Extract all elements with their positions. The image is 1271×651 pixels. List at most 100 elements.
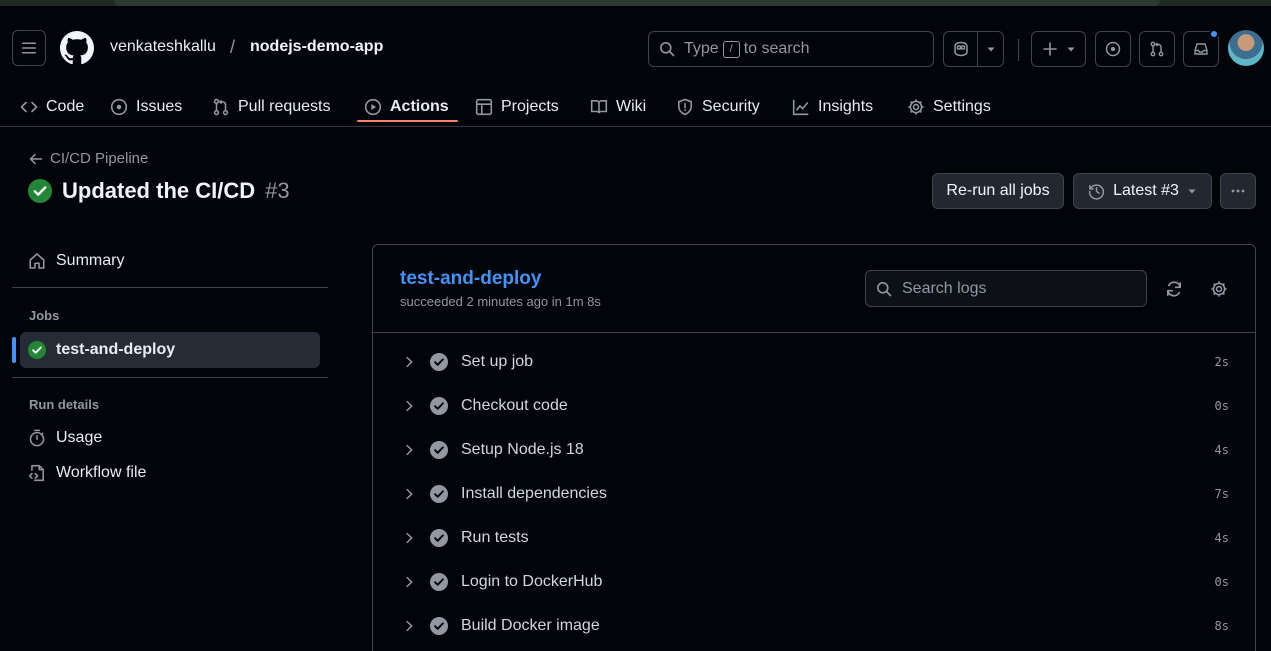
active-tab-indicator: [357, 120, 458, 122]
triangle-down-icon: [1188, 189, 1196, 194]
plus-icon: [1042, 42, 1057, 56]
copilot-icon: [953, 41, 968, 57]
repo-tabs: Code Issues Pull requests Actions Projec…: [0, 86, 1271, 127]
run-title-text: Updated the CI/CD: [62, 178, 256, 203]
arrow-left-icon: [29, 153, 43, 164]
step-duration: 8s: [1214, 619, 1229, 633]
tab-wiki[interactable]: Wiki: [590, 86, 646, 127]
chevron-right-icon[interactable]: [402, 575, 416, 589]
attempt-select-button[interactable]: Latest #3: [1073, 173, 1212, 209]
job-label: test-and-deploy: [56, 341, 176, 358]
step-name: Setup Node.js 18: [461, 441, 584, 458]
global-search-input[interactable]: Type / to search: [648, 31, 934, 67]
chevron-right-icon[interactable]: [402, 355, 416, 369]
tab-label: Projects: [501, 97, 559, 115]
issues-button[interactable]: [1095, 31, 1131, 67]
step-row[interactable]: Login to DockerHub 0s: [373, 560, 1255, 604]
table-icon: [475, 98, 493, 115]
workflow-name: CI/CD Pipeline: [50, 150, 149, 167]
user-avatar[interactable]: [1228, 30, 1264, 66]
copilot-dropdown-button[interactable]: [978, 44, 1003, 54]
sidebar-workflow-file[interactable]: Workflow file: [20, 455, 320, 491]
tab-pull-requests[interactable]: Pull requests: [212, 86, 331, 127]
job-panel-header: test-and-deploy succeeded 2 minutes ago …: [373, 245, 1255, 333]
repo-name-link[interactable]: nodejs-demo-app: [250, 38, 383, 56]
step-duration: 4s: [1214, 531, 1229, 545]
search-icon: [877, 281, 892, 296]
step-row[interactable]: Set up job 2s: [373, 340, 1255, 384]
file-code-icon: [28, 464, 44, 482]
usage-label: Usage: [56, 429, 103, 446]
tab-insights[interactable]: Insights: [792, 86, 873, 127]
step-row[interactable]: Build Docker image 8s: [373, 604, 1255, 648]
job-title-link[interactable]: test-and-deploy: [400, 268, 541, 290]
step-duration: 0s: [1214, 575, 1229, 589]
sync-icon: [1166, 281, 1182, 297]
chevron-right-icon[interactable]: [402, 443, 416, 457]
refresh-button[interactable]: [1165, 280, 1183, 298]
chevron-right-icon[interactable]: [402, 399, 416, 413]
step-success-icon: [430, 529, 448, 547]
copilot-button[interactable]: [944, 32, 978, 66]
tab-label: Wiki: [616, 97, 647, 115]
home-icon: [29, 253, 45, 269]
step-duration: 0s: [1214, 399, 1229, 413]
log-settings-button[interactable]: [1210, 280, 1228, 298]
chevron-right-icon[interactable]: [402, 487, 416, 501]
pull-requests-button[interactable]: [1139, 31, 1175, 67]
step-name: Build Docker image: [461, 617, 600, 634]
run-details-heading: Run details: [29, 397, 100, 412]
search-logs-input[interactable]: Search logs: [865, 270, 1147, 307]
step-name: Checkout code: [461, 397, 568, 414]
job-log-panel: test-and-deploy succeeded 2 minutes ago …: [372, 244, 1256, 651]
create-new-button[interactable]: [1031, 31, 1086, 67]
sidebar-summary[interactable]: Summary: [20, 243, 320, 279]
gear-icon: [1211, 281, 1227, 297]
step-duration: 2s: [1214, 355, 1229, 369]
menu-button[interactable]: [12, 30, 46, 66]
step-success-icon: [430, 441, 448, 459]
hamburger-icon: [22, 42, 36, 54]
step-duration: 4s: [1214, 443, 1229, 457]
step-row[interactable]: Checkout code 0s: [373, 384, 1255, 428]
github-logo-icon[interactable]: [60, 31, 94, 65]
pull-request-icon: [1150, 41, 1164, 57]
chevron-right-icon[interactable]: [402, 531, 416, 545]
sidebar-usage[interactable]: Usage: [20, 420, 320, 456]
tab-label: Issues: [136, 97, 183, 115]
tab-projects[interactable]: Projects: [475, 86, 559, 127]
sidebar-job-test-and-deploy[interactable]: test-and-deploy: [20, 332, 320, 368]
tab-code[interactable]: Code: [20, 86, 84, 127]
play-icon: [364, 98, 382, 115]
path-separator: /: [230, 37, 236, 57]
back-to-workflow-link[interactable]: CI/CD Pipeline: [28, 150, 148, 167]
more-options-button[interactable]: [1220, 173, 1256, 209]
rerun-all-jobs-button[interactable]: Re-run all jobs: [932, 173, 1064, 209]
tab-settings[interactable]: Settings: [907, 86, 991, 127]
search-logs-placeholder: Search logs: [902, 279, 987, 297]
search-suffix-text: to search: [743, 40, 810, 57]
book-icon: [590, 99, 608, 113]
tab-issues[interactable]: Issues: [110, 86, 182, 127]
tab-label: Actions: [390, 97, 449, 115]
jobs-heading: Jobs: [29, 308, 60, 323]
step-row[interactable]: Run tests 4s: [373, 516, 1255, 560]
inbox-icon: [1194, 43, 1208, 55]
run-title: Updated the CI/CD #3: [28, 178, 290, 204]
chevron-right-icon[interactable]: [402, 619, 416, 633]
tab-security[interactable]: Security: [676, 86, 760, 127]
code-icon: [20, 101, 38, 112]
summary-label: Summary: [56, 252, 125, 269]
step-row[interactable]: Install dependencies 7s: [373, 472, 1255, 516]
success-check-icon: [28, 341, 46, 359]
step-success-icon: [430, 397, 448, 415]
step-name: Login to DockerHub: [461, 573, 603, 590]
job-status-subtitle: succeeded 2 minutes ago in 1m 8s: [400, 294, 601, 309]
copilot-button-group[interactable]: [943, 31, 1004, 67]
repo-owner-link[interactable]: venkateshkallu: [110, 38, 216, 56]
step-row[interactable]: Setup Node.js 18 4s: [373, 428, 1255, 472]
step-duration: 7s: [1214, 487, 1229, 501]
sidebar-divider: [12, 287, 328, 288]
stopwatch-icon: [29, 429, 45, 447]
attempt-label: Latest #3: [1113, 182, 1179, 199]
